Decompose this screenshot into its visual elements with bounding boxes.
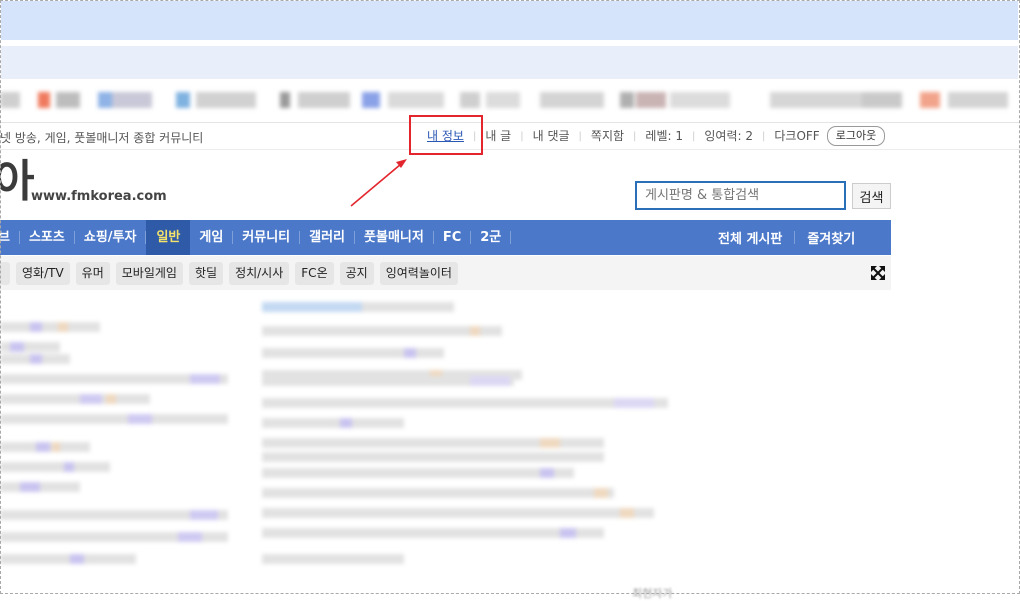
sub-nav-item-playground[interactable]: 잉여력놀이터 (379, 262, 458, 285)
sub-nav: 영화/TV 유머 모바일게임 핫딜 정치/시사 FC온 공지 잉여력놀이터 (0, 256, 891, 290)
blurred-top-bar (1, 1, 1018, 40)
menu-separator: | (520, 130, 524, 142)
logout-button[interactable]: 로그아웃 (826, 126, 886, 146)
favorites-link[interactable]: 즐겨찾기 (807, 228, 855, 247)
my-comments-link[interactable]: 내 댓글 (533, 126, 570, 146)
expand-arrows-icon[interactable] (871, 266, 885, 280)
nav-item-game[interactable]: 게임 (190, 220, 232, 255)
messages-link[interactable]: 쪽지함 (591, 126, 624, 146)
user-menu: 내 정보 | 내 글 | 내 댓글 | 쪽지함 | 레벨: 1 | 잉여력: 2… (427, 126, 886, 146)
level-text: 레벨: 1 (645, 129, 683, 143)
sub-nav-item-humor[interactable]: 유머 (75, 262, 110, 285)
nav-item-fc[interactable]: FC (434, 220, 470, 255)
sub-nav-item-notice[interactable]: 공지 (339, 262, 374, 285)
search-button[interactable]: 검색 (852, 183, 891, 209)
site-logo[interactable]: 아 (0, 157, 34, 207)
search-input[interactable] (635, 181, 846, 210)
nav-item[interactable]: 브 (0, 220, 19, 255)
sub-nav-item-fc-online[interactable]: FC온 (295, 262, 334, 285)
nav-separator (794, 231, 796, 244)
top-info-bar: 넷 방송, 게임, 풋볼매니저 종합 커뮤니티 내 정보 | 내 글 | 내 댓… (0, 122, 1020, 150)
blurred-content (0, 292, 1020, 592)
nav-item-football-manager[interactable]: 풋볼매니저 (355, 220, 433, 255)
highlight-box (409, 115, 483, 155)
footer-text: 최현자가 (632, 587, 673, 600)
all-boards-link[interactable]: 전체 게시판 (718, 228, 782, 247)
nav-item-gallery[interactable]: 갤러리 (300, 220, 354, 255)
nav-item-shopping[interactable]: 쇼핑/투자 (75, 220, 146, 255)
nav-item-sports[interactable]: 스포츠 (20, 220, 74, 255)
blurred-tab-strip (0, 88, 1020, 114)
sub-nav-item-movie-tv[interactable]: 영화/TV (16, 262, 70, 285)
nav-separator (510, 231, 512, 244)
menu-separator: | (578, 130, 582, 142)
sub-nav-item-hotdeal[interactable]: 핫딜 (188, 262, 224, 285)
nav-item-general[interactable]: 일반 (146, 220, 191, 255)
menu-separator: | (633, 130, 637, 142)
site-tagline: 넷 방송, 게임, 풋볼매니저 종합 커뮤니티 (0, 131, 204, 145)
my-posts-link[interactable]: 내 글 (485, 126, 511, 146)
dark-mode-toggle[interactable]: 다크OFF (774, 126, 819, 146)
surplus-power-text: 잉여력: 2 (704, 129, 753, 143)
main-nav: 브 스포츠 쇼핑/투자 일반 게임 커뮤니티 갤러리 풋볼매니저 FC 2군 전… (0, 220, 891, 255)
sub-nav-item-mobile-game[interactable]: 모바일게임 (115, 262, 183, 285)
nav-item-community[interactable]: 커뮤니티 (233, 220, 299, 255)
sub-nav-item-politics[interactable]: 정치/시사 (229, 262, 290, 285)
menu-separator: | (691, 130, 696, 142)
blurred-bookmark-bar (1, 46, 1018, 79)
nav-item-second-team[interactable]: 2군 (471, 220, 510, 255)
site-url: www.fmkorea.com (31, 189, 167, 204)
menu-separator: | (761, 130, 766, 142)
sub-nav-item-partial[interactable] (0, 262, 10, 285)
